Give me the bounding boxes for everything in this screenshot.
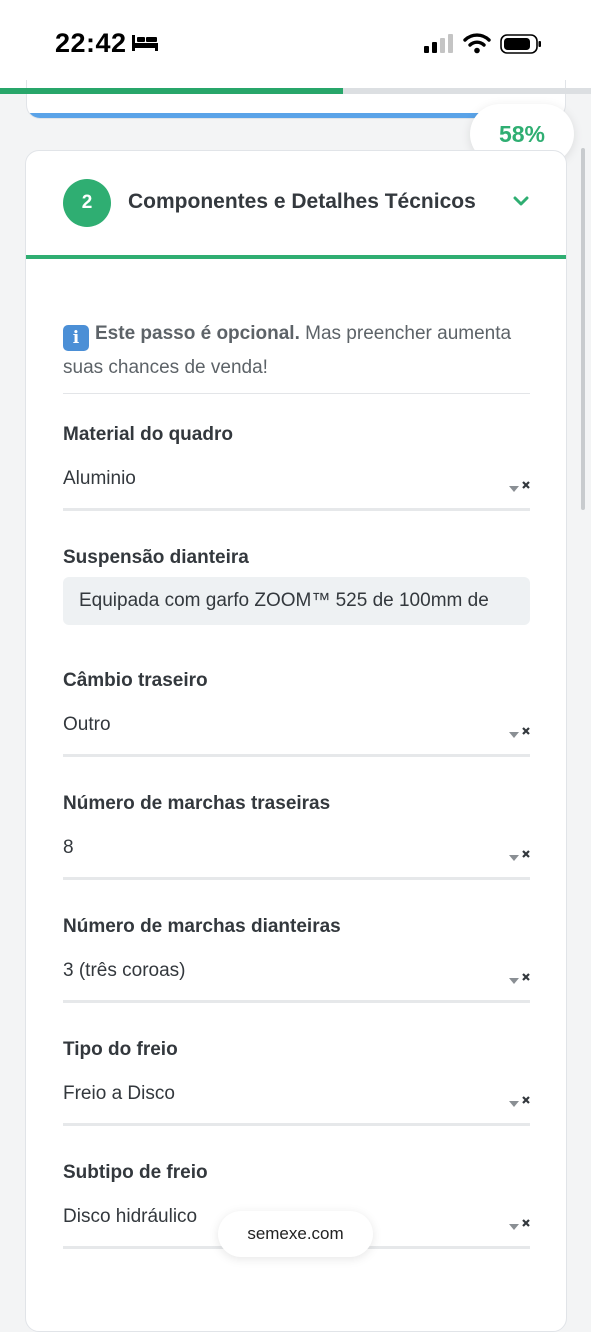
step-card: 2 Componentes e Detalhes Técnicos i Este … [25,150,567,1332]
select-arrow-clear-icon[interactable] [507,849,531,863]
field-label: Câmbio traseiro [63,670,208,691]
front-suspension-field: Suspensão dianteira Equipada com garfo Z… [63,547,530,625]
select-value: 8 [63,837,74,858]
rear-derailleur-select[interactable]: Outro [63,704,530,757]
brake-type-field: Tipo do freio Freio a Disco [63,1039,530,1126]
select-arrow-clear-icon[interactable] [507,726,531,740]
sleep-bed-icon [132,35,158,51]
browser-url-pill[interactable]: semexe.com [218,1211,373,1257]
scrollbar[interactable] [581,148,585,510]
select-value: Disco hidráulico [63,1206,198,1227]
frame-material-field: Material do quadro Aluminio [63,424,530,511]
select-arrow-clear-icon[interactable] [507,972,531,986]
optional-step-notice: i Este passo é opcional. Mas preencher au… [63,317,533,384]
select-arrow-clear-icon[interactable] [507,1218,531,1232]
progress-bar [0,88,591,94]
field-label: Material do quadro [63,424,233,445]
chevron-down-icon[interactable] [513,195,529,207]
step-number-badge: 2 [63,179,111,227]
notice-bold-text: Este passo é opcional. [95,323,300,344]
select-value: Aluminio [63,468,136,489]
step-title: Componentes e Detalhes Técnicos [128,190,476,213]
field-label: Número de marchas dianteiras [63,916,341,937]
battery-icon [500,34,541,54]
select-value: Freio a Disco [63,1083,175,1104]
status-bar: 22:42 [0,0,591,88]
rear-gears-field: Número de marchas traseiras 8 [63,793,530,880]
field-label: Número de marchas traseiras [63,793,331,814]
step-header[interactable]: 2 Componentes e Detalhes Técnicos [26,151,566,259]
front-suspension-input[interactable]: Equipada com garfo ZOOM™ 525 de 100mm de [63,577,530,625]
front-gears-select[interactable]: 3 (três coroas) [63,950,530,1003]
info-icon: i [63,325,89,351]
status-time: 22:42 [55,28,127,58]
brake-subtype-field: Subtipo de freio Disco hidráulico [63,1162,530,1249]
divider [63,393,530,394]
select-arrow-clear-icon[interactable] [507,480,531,494]
frame-material-select[interactable]: Aluminio [63,458,530,511]
cellular-signal-icon [424,34,453,53]
field-label: Tipo do freio [63,1039,178,1060]
select-arrow-clear-icon[interactable] [507,1095,531,1109]
front-gears-field: Número de marchas dianteiras 3 (três cor… [63,916,530,1003]
wifi-icon [463,33,491,54]
rear-derailleur-field: Câmbio traseiro Outro [63,670,530,757]
brake-type-select[interactable]: Freio a Disco [63,1073,530,1126]
field-label: Subtipo de freio [63,1162,208,1183]
select-value: Outro [63,714,111,735]
field-label: Suspensão dianteira [63,547,249,568]
progress-fill [0,88,343,94]
select-value: 3 (três coroas) [63,960,186,981]
rear-gears-select[interactable]: 8 [63,827,530,880]
